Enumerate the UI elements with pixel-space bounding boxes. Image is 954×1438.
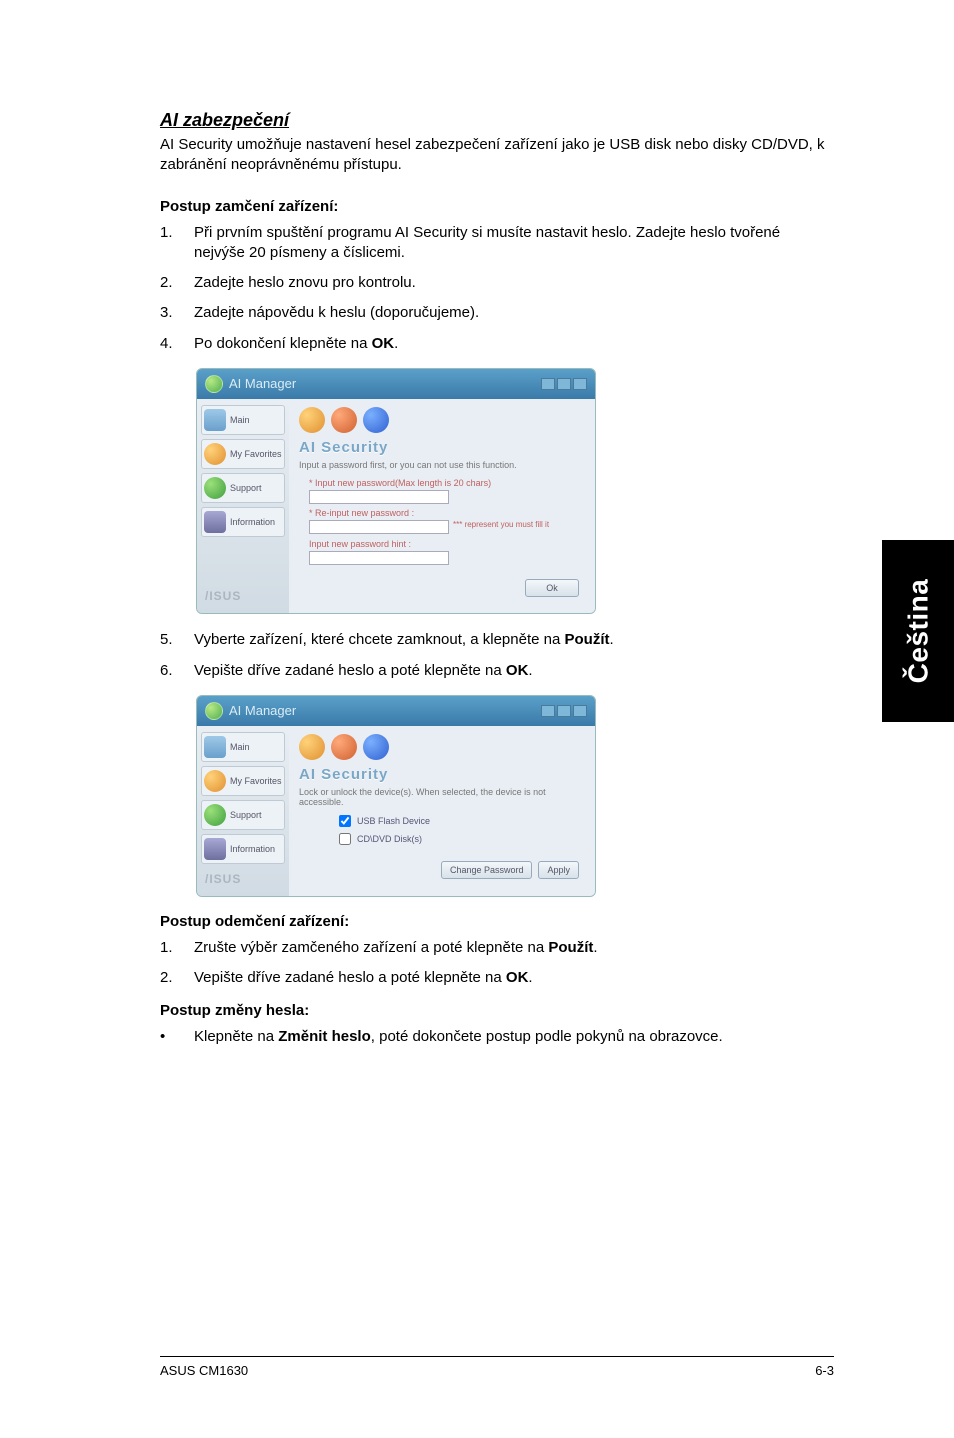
sidebar-item-favorites[interactable]: My Favorites <box>201 439 285 469</box>
maximize-icon[interactable] <box>557 705 571 717</box>
section-title: AI zabezpečení <box>160 110 834 131</box>
toolbar-icon-2[interactable] <box>331 734 357 760</box>
step-number: 3. <box>160 303 194 323</box>
close-icon[interactable] <box>573 705 587 717</box>
intro-text: AI Security umožňuje nastavení hesel zab… <box>160 135 834 176</box>
support-icon <box>204 804 226 826</box>
brand-text: /ISUS <box>201 868 285 890</box>
window-title: AI Manager <box>229 703 296 718</box>
new-password-input[interactable] <box>309 490 449 504</box>
main-icon <box>204 409 226 431</box>
step-number: 2. <box>160 968 194 988</box>
step-text: Klepněte na Změnit heslo, poté dokončete… <box>194 1027 723 1047</box>
unlock-steps: 1.Zrušte výběr zamčeného zařízení a poté… <box>160 938 834 989</box>
panel-note: Lock or unlock the device(s). When selec… <box>299 787 585 807</box>
device-label-usb: USB Flash Device <box>357 816 430 826</box>
field-label-reinput-password: Re-input new password : <box>309 508 585 518</box>
minimize-icon[interactable] <box>541 378 555 390</box>
sidebar-item-information[interactable]: Information <box>201 507 285 537</box>
sidebar-item-support[interactable]: Support <box>201 800 285 830</box>
step-text: Vepište dříve zadané heslo a poté klepně… <box>194 661 834 681</box>
sidebar-item-main[interactable]: Main <box>201 732 285 762</box>
favorites-icon <box>204 443 226 465</box>
change-password-button[interactable]: Change Password <box>441 861 533 879</box>
field-label-new-password: Input new password(Max length is 20 char… <box>309 478 585 488</box>
panel-header: AI Security <box>299 766 585 783</box>
information-icon <box>204 838 226 860</box>
support-icon <box>204 477 226 499</box>
footer-model: ASUS CM1630 <box>160 1363 248 1378</box>
app-logo-icon <box>205 375 223 393</box>
panel-header: AI Security <box>299 439 585 456</box>
step-number: 6. <box>160 661 194 681</box>
favorites-icon <box>204 770 226 792</box>
toolbar-icon-3[interactable] <box>363 407 389 433</box>
close-icon[interactable] <box>573 378 587 390</box>
language-tab: Čeština <box>882 540 954 722</box>
toolbar-icon-3[interactable] <box>363 734 389 760</box>
apply-button[interactable]: Apply <box>538 861 579 879</box>
step-text: Zadejte nápovědu k heslu (doporučujeme). <box>194 303 834 323</box>
cd-dvd-checkbox[interactable] <box>339 833 351 845</box>
step-number: 4. <box>160 334 194 354</box>
step-number: 1. <box>160 938 194 958</box>
sidebar-item-favorites[interactable]: My Favorites <box>201 766 285 796</box>
reinput-password-input[interactable] <box>309 520 449 534</box>
sidebar-item-support[interactable]: Support <box>201 473 285 503</box>
toolbar-icon-2[interactable] <box>331 407 357 433</box>
information-icon <box>204 511 226 533</box>
window-title: AI Manager <box>229 376 296 391</box>
step-text: Vyberte zařízení, které chcete zamknout,… <box>194 630 834 650</box>
lock-heading: Postup zamčení zařízení: <box>160 198 834 215</box>
password-hint-input[interactable] <box>309 551 449 565</box>
brand-text: /ISUS <box>201 585 285 607</box>
maximize-icon[interactable] <box>557 378 571 390</box>
step-number: 2. <box>160 273 194 293</box>
main-icon <box>204 736 226 758</box>
toolbar-icon-1[interactable] <box>299 734 325 760</box>
change-heading: Postup změny hesla: <box>160 1002 834 1019</box>
screenshot-ai-security-setup: AI Manager Main My Favorites Support Inf… <box>196 368 596 615</box>
field-label-hint: Input new password hint : <box>309 539 585 549</box>
lock-steps-1: 1.Při prvním spuštění programu AI Securi… <box>160 223 834 354</box>
footer-page-number: 6-3 <box>815 1363 834 1378</box>
sidebar-item-information[interactable]: Information <box>201 834 285 864</box>
toolbar-icon-1[interactable] <box>299 407 325 433</box>
change-steps: •Klepněte na Změnit heslo, poté dokončet… <box>160 1027 834 1047</box>
device-label-cddvd: CD\DVD Disk(s) <box>357 834 422 844</box>
lock-steps-2: 5.Vyberte zařízení, které chcete zamknou… <box>160 630 834 681</box>
unlock-heading: Postup odemčení zařízení: <box>160 913 834 930</box>
step-text: Při prvním spuštění programu AI Security… <box>194 223 834 264</box>
required-warning: *** represent you must fill it <box>453 520 549 529</box>
app-logo-icon <box>205 702 223 720</box>
panel-note: Input a password first, or you can not u… <box>299 460 585 470</box>
step-text: Po dokončení klepněte na OK. <box>194 334 834 354</box>
screenshot-ai-security-devices: AI Manager Main My Favorites Support Inf… <box>196 695 596 897</box>
bullet: • <box>160 1027 194 1047</box>
ok-button[interactable]: Ok <box>525 579 579 597</box>
sidebar-item-main[interactable]: Main <box>201 405 285 435</box>
step-text: Vepište dříve zadané heslo a poté klepně… <box>194 968 834 988</box>
step-text: Zrušte výběr zamčeného zařízení a poté k… <box>194 938 834 958</box>
step-text: Zadejte heslo znovu pro kontrolu. <box>194 273 834 293</box>
usb-flash-checkbox[interactable] <box>339 815 351 827</box>
step-number: 5. <box>160 630 194 650</box>
minimize-icon[interactable] <box>541 705 555 717</box>
step-number: 1. <box>160 223 194 264</box>
